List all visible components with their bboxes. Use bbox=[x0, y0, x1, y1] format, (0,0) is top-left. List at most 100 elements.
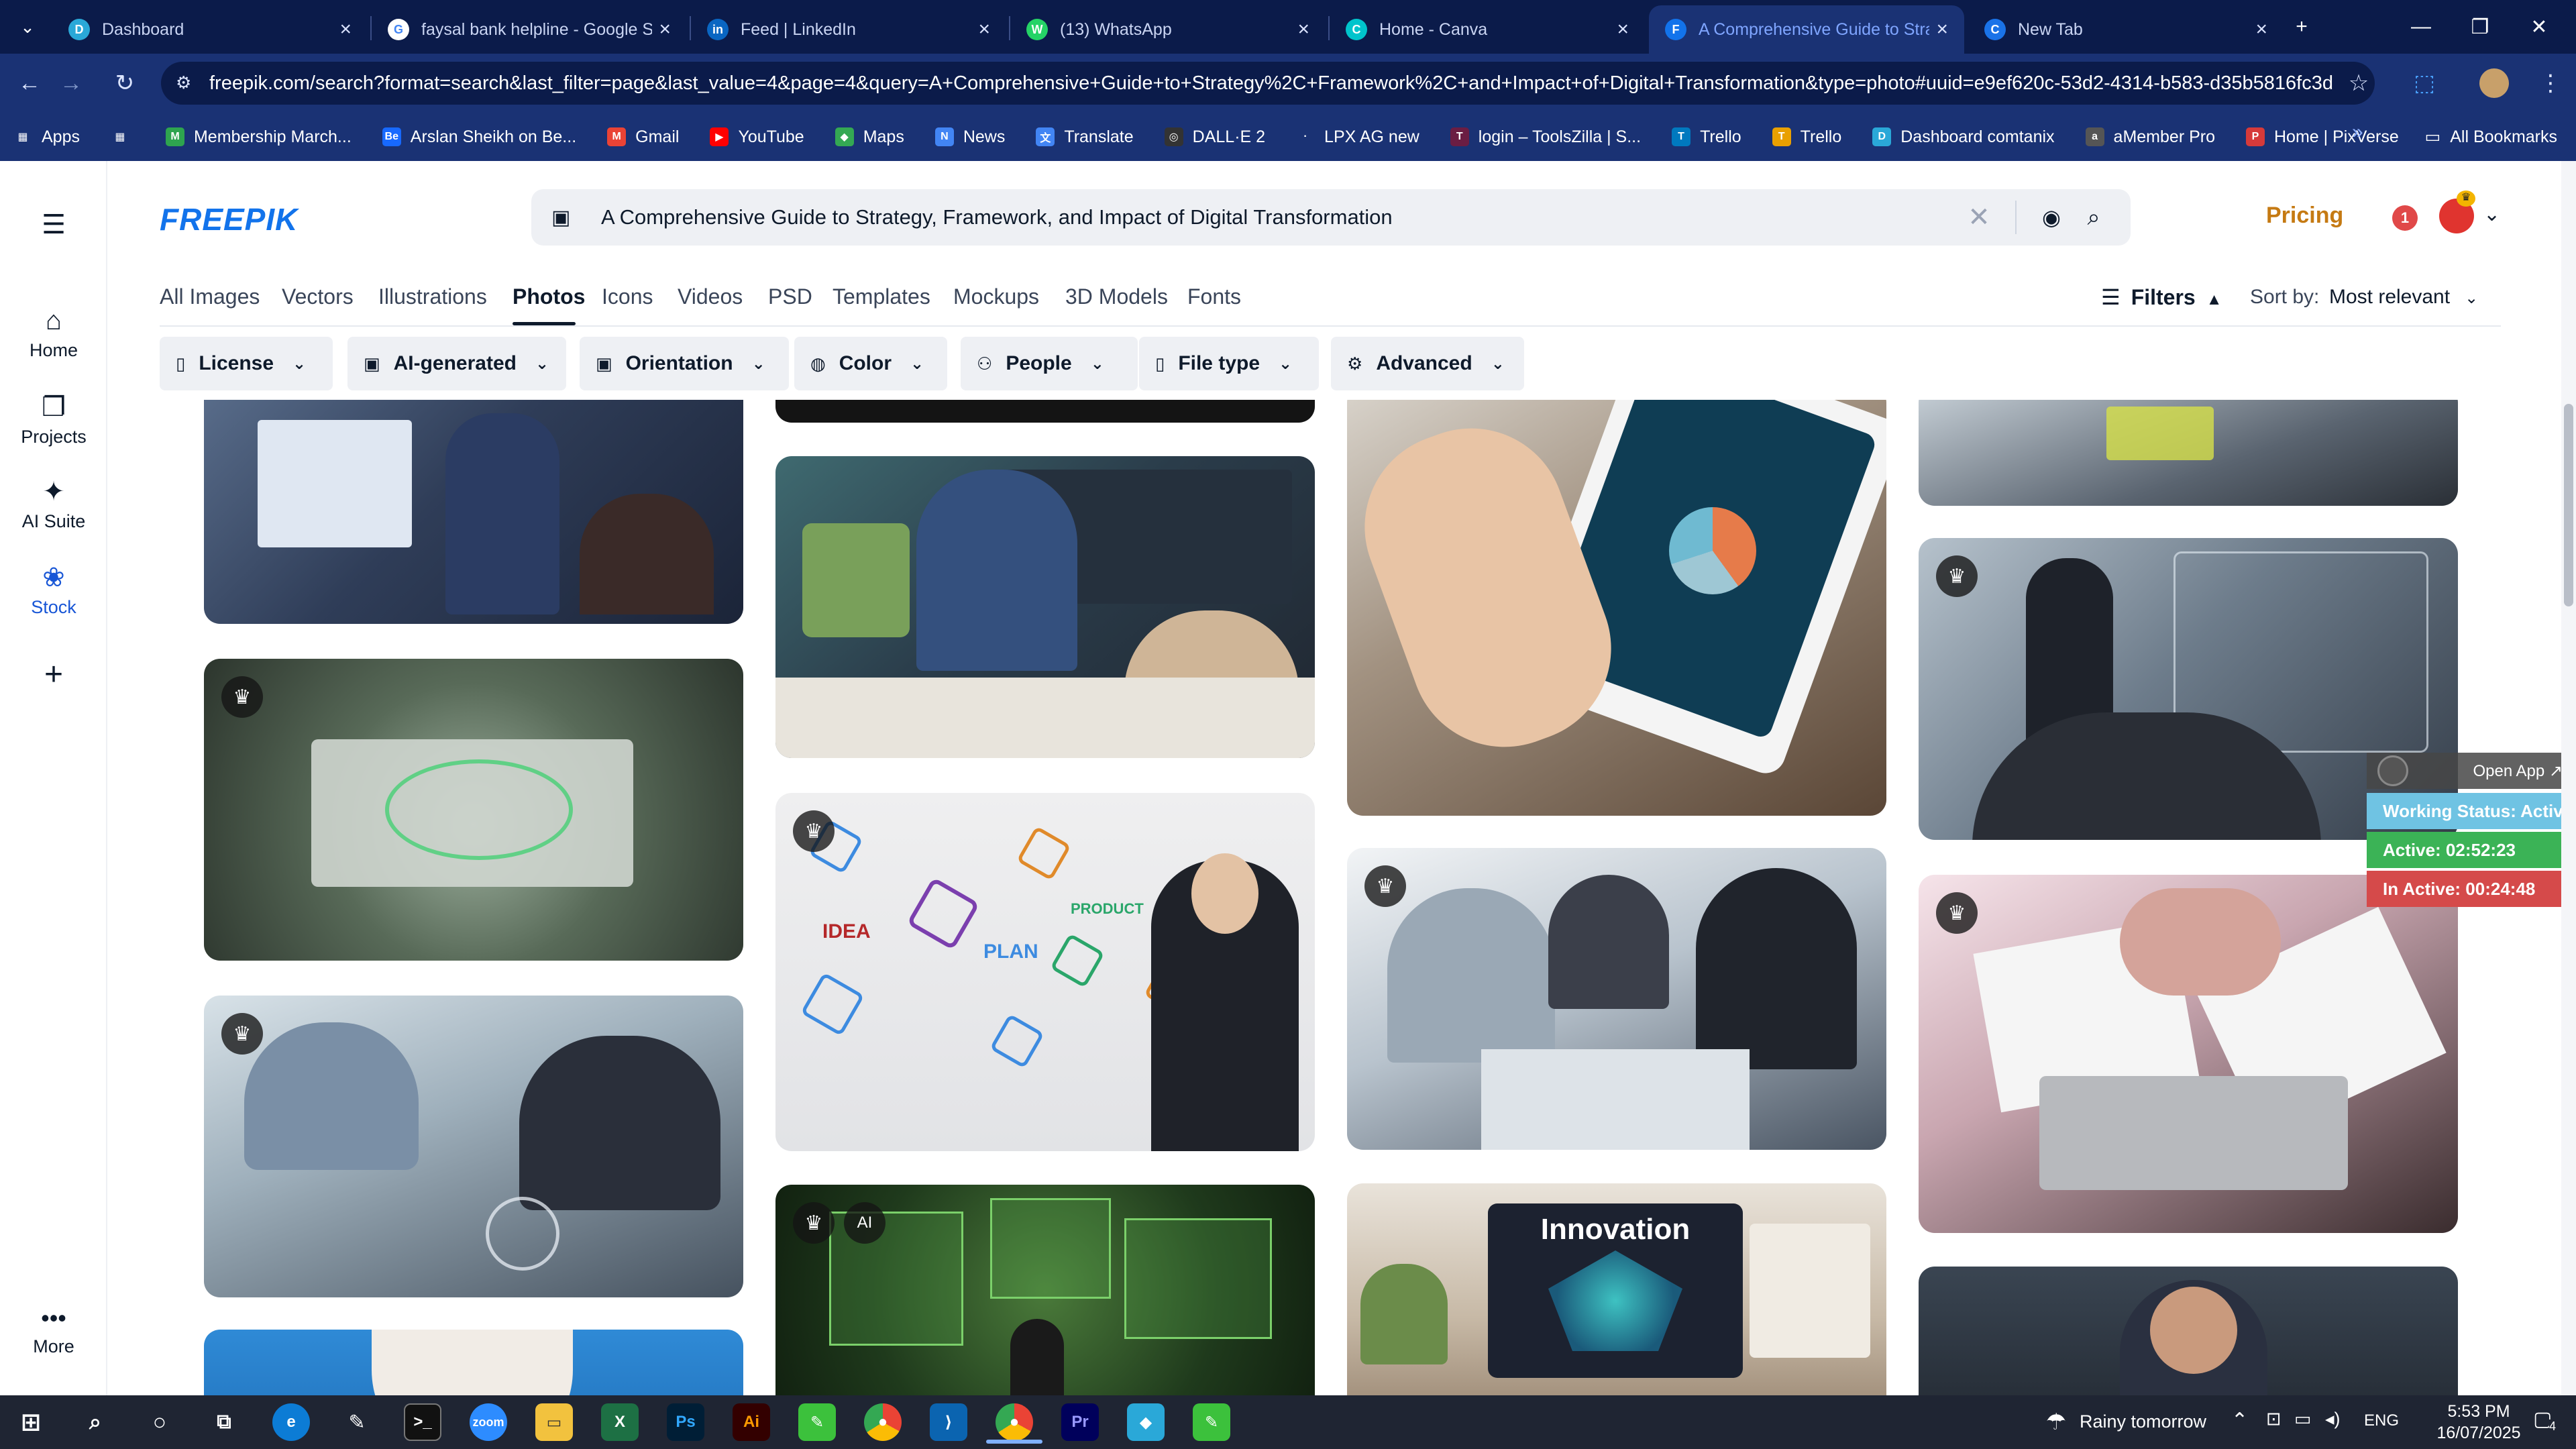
scrollbar-track[interactable] bbox=[2561, 161, 2576, 1395]
app-diamond-icon[interactable]: ◆ bbox=[1127, 1403, 1165, 1441]
bookmark-star-icon[interactable]: ☆ bbox=[2340, 64, 2377, 102]
image-search-icon[interactable]: ▣ bbox=[551, 206, 592, 229]
bookmark-item[interactable]: ▶ YouTube bbox=[710, 127, 804, 147]
premiere-icon[interactable]: Pr bbox=[1061, 1403, 1099, 1441]
photo-card[interactable]: IDEA PLAN PRODUCT ♛ bbox=[775, 793, 1315, 1151]
search-icon[interactable]: ⌕ bbox=[2070, 205, 2117, 231]
tab-mockups[interactable]: Mockups bbox=[953, 284, 1039, 309]
photo-card[interactable] bbox=[1919, 1267, 2458, 1395]
terminal-icon[interactable]: >_ bbox=[404, 1403, 441, 1441]
bookmark-item[interactable]: a aMember Pro bbox=[2085, 127, 2215, 147]
bookmark-item[interactable]: ▦ bbox=[110, 127, 139, 146]
restore-button[interactable]: ❐ bbox=[2451, 0, 2509, 54]
rail-stock[interactable]: ❀ Stock bbox=[0, 562, 107, 618]
vscode-icon[interactable]: ⟩ bbox=[930, 1403, 967, 1441]
hamburger-menu-icon[interactable]: ☰ bbox=[0, 209, 107, 240]
filter-chip-people[interactable]: ⚇ People ⌄ bbox=[961, 337, 1138, 390]
close-tab-icon[interactable]: × bbox=[339, 18, 352, 41]
tab-all-images[interactable]: All Images bbox=[160, 284, 260, 309]
clear-search-icon[interactable]: ✕ bbox=[1959, 202, 1999, 233]
bookmark-item[interactable]: Be Arslan Sheikh on Be... bbox=[382, 127, 576, 147]
illustrator-icon[interactable]: Ai bbox=[733, 1403, 770, 1441]
pricing-link[interactable]: Pricing bbox=[2266, 203, 2343, 229]
filter-chip-license[interactable]: ▯ License ⌄ bbox=[160, 337, 333, 390]
bookmark-item[interactable]: M Membership March... bbox=[165, 127, 352, 147]
sort-dropdown[interactable]: Most relevant ⌄ bbox=[2329, 286, 2478, 309]
tab-videos[interactable]: Videos bbox=[678, 284, 743, 309]
extensions-icon[interactable]: ⬚ bbox=[2406, 64, 2443, 102]
photo-card[interactable] bbox=[775, 456, 1315, 758]
tab-icons[interactable]: Icons bbox=[602, 284, 653, 309]
bookmark-item[interactable]: Tlogin – ToolsZilla | S... bbox=[1450, 127, 1641, 147]
search-icon[interactable]: ⌕ bbox=[76, 1403, 114, 1441]
search-bar[interactable]: ▣ A Comprehensive Guide to Strategy, Fra… bbox=[531, 189, 2131, 246]
chevron-down-icon[interactable]: ⌄ bbox=[2483, 203, 2500, 226]
bookmark-item[interactable]: ◎ DALL·E 2 bbox=[1164, 127, 1265, 147]
bookmark-item[interactable]: · LPX AG new bbox=[1296, 127, 1419, 147]
tab-3d-models[interactable]: 3D Models bbox=[1065, 284, 1168, 309]
bookmarks-overflow-icon[interactable]: » bbox=[2352, 121, 2363, 144]
file-explorer-icon[interactable]: ▭ bbox=[535, 1403, 573, 1441]
all-bookmarks-button[interactable]: ▭ All Bookmarks bbox=[2425, 113, 2557, 161]
app-green-icon[interactable]: ✎ bbox=[798, 1403, 836, 1441]
bookmark-item[interactable]: M Gmail bbox=[607, 127, 679, 147]
language-indicator[interactable]: ENG bbox=[2364, 1411, 2399, 1430]
browser-tab[interactable]: C Home - Canva × bbox=[1330, 5, 1645, 54]
photo-card[interactable] bbox=[1347, 400, 1886, 816]
browser-menu-icon[interactable]: ⋮ bbox=[2532, 64, 2569, 102]
tray-battery-icon[interactable]: ▭ bbox=[2294, 1409, 2312, 1430]
cortana-icon[interactable]: ○ bbox=[141, 1403, 178, 1441]
tab-search-icon[interactable]: ⌄ bbox=[4, 0, 51, 54]
photo-card[interactable]: ♛ bbox=[1919, 875, 2458, 1233]
clock-date[interactable]: 16/07/2025 bbox=[2428, 1424, 2529, 1443]
edge-icon[interactable]: e bbox=[272, 1403, 310, 1441]
photo-card[interactable] bbox=[204, 1330, 743, 1395]
filter-chip-color[interactable]: ◍ Color ⌄ bbox=[794, 337, 947, 390]
photoshop-icon[interactable]: Ps bbox=[667, 1403, 704, 1441]
clock-time[interactable]: 5:53 PM bbox=[2428, 1402, 2529, 1421]
rail-home[interactable]: ⌂ Home bbox=[0, 306, 107, 361]
filter-chip-file-type[interactable]: ▯ File type ⌄ bbox=[1139, 337, 1319, 390]
notification-badge[interactable]: 1 bbox=[2392, 205, 2418, 231]
bookmark-item[interactable]: ▦ Apps bbox=[13, 127, 80, 147]
address-bar[interactable]: freepik.com/search?format=search&last_fi… bbox=[161, 62, 2375, 105]
photo-card[interactable]: ♛ AI bbox=[775, 1185, 1315, 1395]
photo-card[interactable] bbox=[1919, 400, 2458, 506]
filter-chip-ai-generated[interactable]: ▣ AI-generated ⌄ bbox=[347, 337, 566, 390]
tab-fonts[interactable]: Fonts bbox=[1187, 284, 1241, 309]
browser-tab[interactable]: in Feed | LinkedIn × bbox=[691, 5, 1006, 54]
profile-avatar[interactable] bbox=[2475, 64, 2513, 102]
photo-card[interactable] bbox=[775, 400, 1315, 423]
filter-chip-advanced[interactable]: ⚙ Advanced ⌄ bbox=[1331, 337, 1524, 390]
tray-network-icon[interactable]: ⊡ bbox=[2266, 1409, 2282, 1430]
rail-ai-suite[interactable]: ✦ AI Suite bbox=[0, 476, 107, 532]
app-green2-icon[interactable]: ✎ bbox=[1193, 1403, 1230, 1441]
close-tab-icon[interactable]: × bbox=[978, 18, 990, 41]
tab-psd[interactable]: PSD bbox=[768, 284, 812, 309]
rail-projects[interactable]: ❐ Projects bbox=[0, 392, 107, 447]
camera-icon[interactable]: ◉ bbox=[2033, 205, 2070, 230]
browser-tab[interactable]: C New Tab × bbox=[1968, 5, 2284, 54]
windows-start-icon[interactable]: ⊞ bbox=[12, 1403, 50, 1441]
filter-chip-orientation[interactable]: ▣ Orientation ⌄ bbox=[580, 337, 789, 390]
pen-icon[interactable]: ✎ bbox=[338, 1403, 376, 1441]
bookmark-item[interactable]: D Dashboard comtanix bbox=[1872, 127, 2055, 147]
photo-card[interactable]: Innovation bbox=[1347, 1183, 1886, 1395]
browser-tab[interactable]: D Dashboard × bbox=[52, 5, 368, 54]
bookmark-item[interactable]: T Trello bbox=[1772, 127, 1841, 147]
filters-toggle[interactable]: ☰ Filters ▲ bbox=[2101, 284, 2222, 310]
chrome-active-icon[interactable]: ● bbox=[996, 1403, 1033, 1441]
tray-up-icon[interactable]: ⌃ bbox=[2231, 1409, 2248, 1432]
volume-icon[interactable]: ◂) bbox=[2325, 1409, 2341, 1430]
add-icon[interactable]: + bbox=[0, 656, 107, 693]
task-view-icon[interactable]: ⧉ bbox=[205, 1403, 243, 1441]
tab-vectors[interactable]: Vectors bbox=[282, 284, 354, 309]
close-tab-icon[interactable]: × bbox=[1936, 18, 1948, 41]
search-input[interactable]: A Comprehensive Guide to Strategy, Frame… bbox=[592, 205, 1959, 229]
photo-card[interactable]: ♛ bbox=[1347, 848, 1886, 1150]
close-tab-icon[interactable]: × bbox=[1617, 18, 1629, 41]
weather-icon[interactable]: ☂ bbox=[2039, 1403, 2073, 1441]
tab-illustrations[interactable]: Illustrations bbox=[378, 284, 487, 309]
new-tab-button[interactable]: + bbox=[2273, 0, 2330, 54]
browser-tab[interactable]: W (13) WhatsApp × bbox=[1010, 5, 1326, 54]
